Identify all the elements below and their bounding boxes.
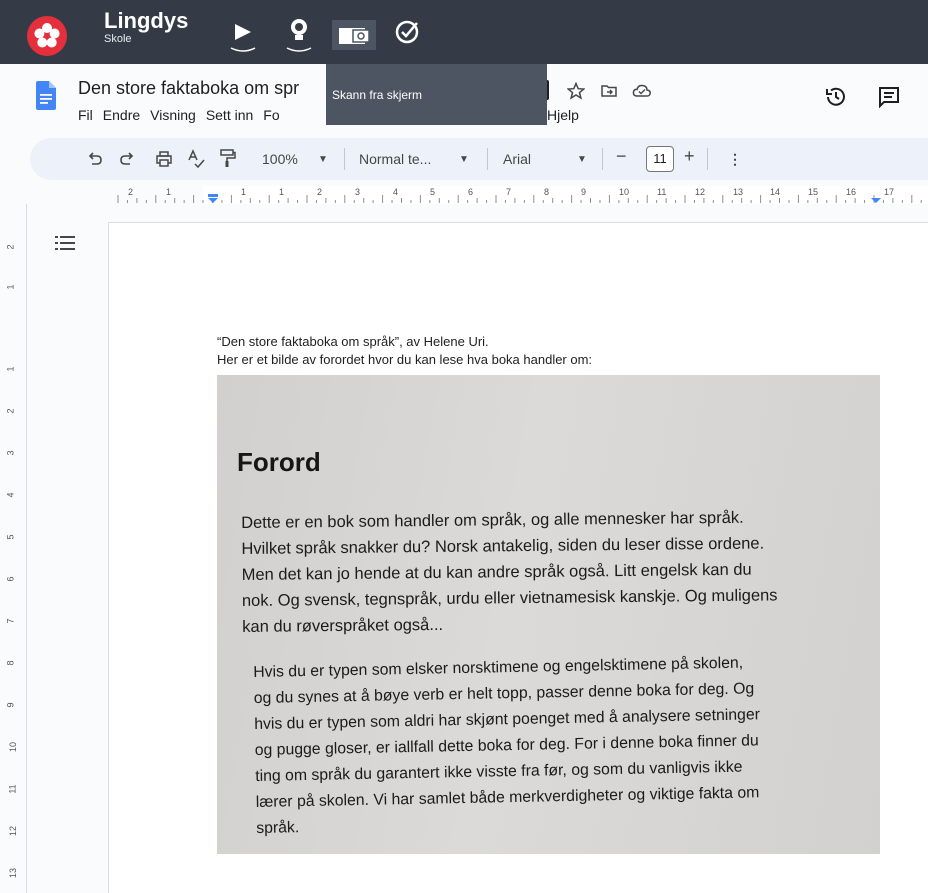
ruler-number: 15	[808, 187, 819, 197]
body-text-line[interactable]: Her er et bilde av forordet hvor du kan …	[217, 352, 592, 367]
chevron-down-icon[interactable]: ▼	[318, 154, 328, 165]
move-folder-icon[interactable]	[600, 82, 618, 100]
toolbar-divider	[707, 148, 708, 170]
spellcheck-icon[interactable]	[187, 149, 205, 169]
toolbar-divider	[602, 148, 603, 170]
vertical-ruler-number: 2	[5, 408, 16, 414]
photo-text-line: kan du røverspråket også...	[242, 615, 444, 636]
ruler-ticks	[117, 195, 922, 203]
ruler-number: 1	[241, 187, 247, 197]
ruler-number: 6	[468, 187, 474, 197]
document-outline-icon[interactable]	[55, 234, 77, 252]
vertical-ruler-number: 8	[5, 660, 16, 666]
vertical-ruler-number: 3	[5, 450, 16, 456]
increase-font-icon[interactable]: +	[684, 146, 695, 167]
ruler-number: 2	[128, 187, 134, 197]
print-icon[interactable]	[155, 150, 173, 168]
check-circle-icon	[395, 20, 419, 44]
chevron-down-icon[interactable]: ▼	[577, 154, 587, 165]
style-select[interactable]: Normal te...	[359, 151, 431, 167]
scan-tooltip: Skann fra skjerm	[326, 64, 547, 125]
vertical-ruler-number: 9	[5, 702, 16, 708]
vertical-ruler-number: 2	[5, 244, 16, 250]
ruler-number: 4	[393, 187, 399, 197]
ruler-number: 14	[770, 187, 781, 197]
vertical-ruler-number: 1	[5, 366, 16, 372]
embedded-book-photo[interactable]: Forord Dette er en bok som handler om sp…	[217, 375, 880, 854]
menu-bar: Fil Endre Visning Sett inn Fo	[78, 107, 280, 123]
chevron-down-icon[interactable]: ▼	[459, 154, 469, 165]
menu-edit[interactable]: Endre	[103, 107, 140, 123]
undo-icon[interactable]	[86, 151, 104, 167]
ruler-number: 12	[695, 187, 706, 197]
menu-view[interactable]: Visning	[150, 107, 196, 123]
ruler-number: 7	[506, 187, 512, 197]
horizontal-ruler: 2 1 1 1 2 3 4 5 6 7 8 9 10 11 12 13 14 15 16 17	[108, 186, 928, 204]
vertical-ruler-number: 6	[5, 576, 16, 582]
menu-help[interactable]: Hjelp	[547, 107, 579, 123]
vertical-ruler-number: 11	[7, 784, 18, 794]
play-icon	[230, 24, 256, 52]
ruler-number: 2	[317, 187, 323, 197]
lingdys-toolbar: Lingdys Skole	[0, 0, 928, 64]
menu-format[interactable]: Fo	[263, 107, 279, 123]
ruler-number: 1	[166, 187, 172, 197]
toolbar-divider	[344, 148, 345, 170]
document-title[interactable]: Den store faktaboka om spr	[78, 78, 299, 99]
lightbulb-icon	[286, 19, 312, 52]
cloud-saved-icon[interactable]	[632, 82, 652, 100]
ruler-number: 3	[355, 187, 361, 197]
menu-insert[interactable]: Sett inn	[206, 107, 253, 123]
font-select[interactable]: Arial	[503, 151, 531, 167]
ruler-number: 13	[733, 187, 744, 197]
ruler-number: 11	[657, 187, 667, 197]
photo-paragraph-2: Hvis du er typen som elsker norsktimene …	[253, 650, 762, 842]
vertical-ruler: 2 1 1 2 3 4 5 6 7 8 9 10 11 12 13	[0, 204, 27, 893]
vertical-ruler-number: 13	[8, 867, 19, 879]
camera-icon	[339, 28, 370, 44]
left-indent-marker-icon[interactable]	[207, 194, 219, 204]
vertical-ruler-number: 12	[8, 825, 19, 837]
ruler-number: 5	[430, 187, 436, 197]
toolbar-divider	[487, 148, 488, 170]
redo-icon[interactable]	[118, 151, 136, 167]
scan-screen-button[interactable]	[332, 20, 376, 50]
comments-icon[interactable]	[878, 86, 900, 108]
ruler-number: 8	[544, 187, 550, 197]
zoom-select[interactable]: 100%	[262, 151, 298, 167]
photo-paragraph-1: Dette er en bok som handler om språk, og…	[241, 504, 778, 640]
ruler-number: 1	[279, 187, 285, 197]
vertical-ruler-number: 5	[5, 534, 16, 540]
ruler-number: 16	[846, 187, 857, 197]
lingdys-subtitle: Skole	[104, 33, 132, 45]
body-text-line[interactable]: “Den store faktaboka om språk”, av Helen…	[217, 334, 489, 349]
ruler-number: 17	[884, 187, 895, 197]
check-button[interactable]	[391, 14, 425, 54]
photo-heading: Forord	[237, 447, 321, 477]
ruler-number: 10	[619, 187, 630, 197]
paint-format-icon[interactable]	[219, 148, 237, 168]
play-button[interactable]	[226, 14, 260, 54]
menu-file[interactable]: Fil	[78, 107, 93, 123]
vertical-ruler-number: 4	[5, 492, 16, 498]
history-icon[interactable]	[824, 85, 848, 109]
font-size-input[interactable]: 11	[646, 146, 674, 172]
vertical-ruler-number: 1	[5, 284, 16, 290]
star-icon[interactable]	[567, 82, 585, 100]
lingdys-logo[interactable]	[27, 16, 67, 56]
lingdys-name: Lingdys	[104, 8, 189, 33]
docs-logo-icon[interactable]	[36, 81, 56, 110]
more-options-icon[interactable]: ⋮	[728, 151, 742, 168]
vertical-ruler-number: 7	[5, 618, 16, 624]
decrease-font-icon[interactable]: −	[616, 146, 627, 167]
vertical-ruler-number: 10	[8, 741, 19, 753]
app-root: Lingdys Skole Skann fra skjerm Den store…	[0, 0, 928, 893]
ruler-number: 9	[581, 187, 587, 197]
right-indent-marker-icon[interactable]	[870, 194, 882, 204]
prediction-button[interactable]	[282, 14, 316, 54]
